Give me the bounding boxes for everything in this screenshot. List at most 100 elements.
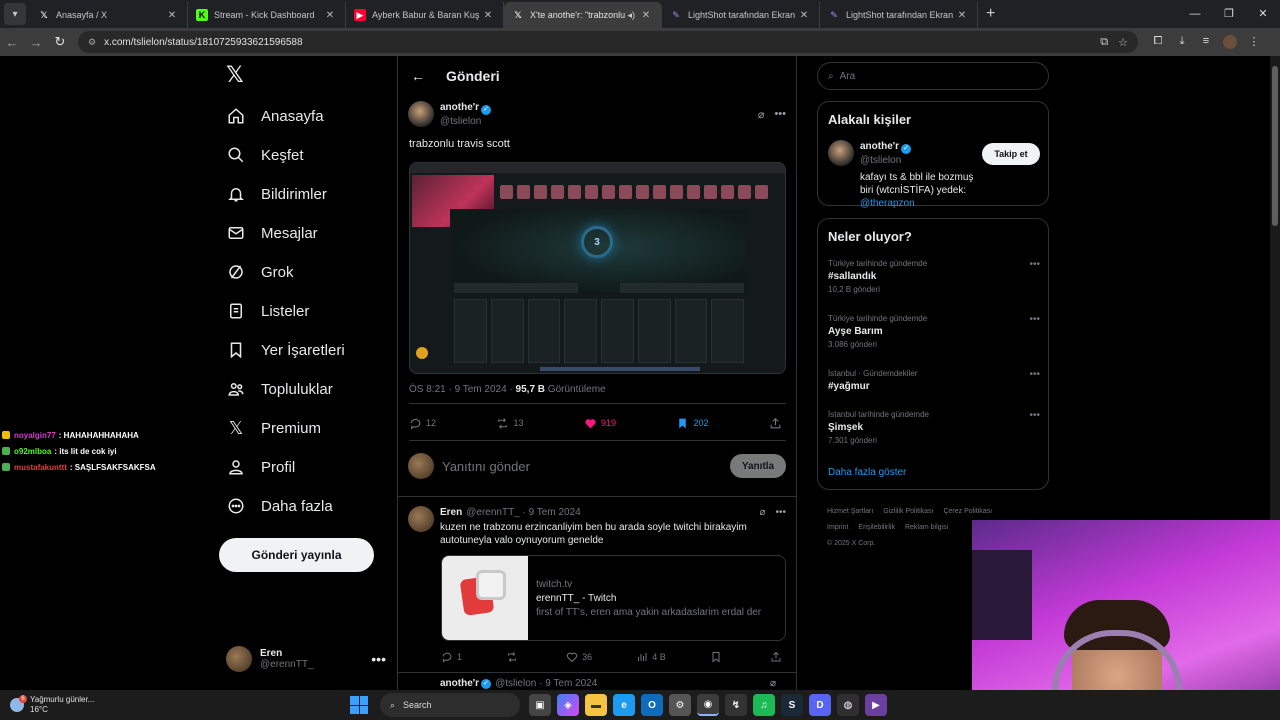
- app-icon[interactable]: ↯: [725, 694, 747, 716]
- audio-playing-icon[interactable]: ◂): [627, 10, 635, 21]
- share-button[interactable]: [769, 417, 786, 430]
- close-tab-icon[interactable]: ✕: [481, 10, 495, 21]
- like-button[interactable]: 919: [584, 417, 616, 430]
- account-switcher[interactable]: Eren @erennTT_ •••: [226, 644, 386, 674]
- close-tab-icon[interactable]: ✕: [639, 10, 653, 21]
- bookmark-button[interactable]: 202: [676, 417, 709, 430]
- reply-author-name[interactable]: Eren: [440, 507, 462, 518]
- more-icon[interactable]: •••: [1029, 410, 1040, 421]
- back-arrow-icon[interactable]: ←: [400, 68, 436, 84]
- url-field[interactable]: ⚙ x.com/tslielon/status/1810725933621596…: [78, 31, 1138, 53]
- views-button[interactable]: 4 B: [636, 650, 666, 664]
- nav-item-premium[interactable]: 𝕏 Premium: [226, 410, 321, 446]
- trend-item[interactable]: İstanbul · Gündemdekiler #yağmur •••: [828, 369, 1040, 392]
- trend-item[interactable]: Türkiye tarihinde gündemde Ayşe Barım 3.…: [828, 314, 1040, 349]
- forward-icon[interactable]: →: [24, 35, 48, 50]
- show-more-link[interactable]: Daha fazla göster: [828, 467, 906, 478]
- avatar[interactable]: [408, 101, 434, 127]
- nav-item-notifications[interactable]: Bildirimler: [226, 176, 327, 212]
- nav-item-grok[interactable]: Grok: [226, 254, 294, 290]
- tab-search-button[interactable]: ▾: [4, 3, 26, 25]
- more-icon[interactable]: •••: [371, 651, 386, 667]
- back-icon[interactable]: ←: [0, 35, 24, 50]
- minimize-icon[interactable]: —: [1178, 0, 1212, 28]
- file-explorer-icon[interactable]: ▬: [585, 694, 607, 716]
- scrollbar-thumb[interactable]: [1272, 66, 1278, 226]
- x-logo-icon[interactable]: 𝕏: [226, 64, 248, 86]
- bookmark-button[interactable]: [710, 650, 726, 664]
- steam-icon[interactable]: S: [781, 694, 803, 716]
- nav-item-messages[interactable]: Mesajlar: [226, 215, 318, 251]
- share-button[interactable]: [770, 650, 786, 664]
- chrome-icon[interactable]: ◉: [697, 694, 719, 716]
- media-player-icon[interactable]: ▶: [865, 694, 887, 716]
- nav-item-communities[interactable]: Topluluklar: [226, 371, 333, 407]
- edge-icon[interactable]: e: [613, 694, 635, 716]
- post-media[interactable]: 3: [409, 162, 786, 374]
- author-handle[interactable]: @tslielon: [440, 115, 758, 128]
- close-tab-icon[interactable]: ✕: [797, 10, 811, 21]
- reply-button[interactable]: 12: [409, 417, 436, 430]
- nav-item-more[interactable]: Daha fazla: [226, 488, 333, 524]
- reload-icon[interactable]: ↻: [48, 34, 72, 50]
- reply-submit-button[interactable]: Yanıtla: [730, 454, 786, 478]
- spotify-icon[interactable]: ♫: [753, 694, 775, 716]
- profile-avatar-icon[interactable]: [1223, 35, 1237, 49]
- more-icon[interactable]: •••: [774, 108, 786, 120]
- extensions-icon[interactable]: ⧠: [1146, 35, 1170, 49]
- trend-item[interactable]: Türkiye tarihinde gündemde #sallandık 10…: [828, 259, 1040, 294]
- browser-tab[interactable]: 𝕏 Anasayfa / X ✕: [30, 2, 188, 28]
- more-icon[interactable]: •••: [1029, 259, 1040, 270]
- grok-icon[interactable]: ⌀: [758, 108, 765, 121]
- url-text[interactable]: x.com/tslielon/status/181072593362159658…: [104, 37, 1090, 48]
- task-view-icon[interactable]: ▣: [529, 694, 551, 716]
- browser-tab[interactable]: ▶ Ayberk Babur & Baran Kuş - M ✕: [346, 2, 504, 28]
- more-icon[interactable]: •••: [775, 507, 786, 518]
- post-button[interactable]: Gönderi yayınla: [219, 538, 374, 572]
- search-input[interactable]: ⌕ Ara: [817, 62, 1049, 90]
- reply-post[interactable]: Eren @erennTT_ · 9 Tem 2024 ⌀ ••• kuzen …: [408, 506, 786, 547]
- site-info-icon[interactable]: ⚙: [88, 37, 96, 48]
- close-window-icon[interactable]: ✕: [1246, 0, 1280, 28]
- post-time[interactable]: ÖS 8:21 · 9 Tem 2024 ·: [409, 384, 516, 395]
- more-icon[interactable]: •••: [1029, 369, 1040, 380]
- start-button[interactable]: [350, 696, 368, 714]
- browser-menu-icon[interactable]: ⋮: [1242, 35, 1266, 49]
- install-app-icon[interactable]: ⧉: [1100, 36, 1108, 49]
- author-name[interactable]: anothe'r: [440, 102, 479, 113]
- nav-item-lists[interactable]: Listeler: [226, 293, 309, 329]
- maximize-icon[interactable]: ❐: [1212, 0, 1246, 28]
- outlook-icon[interactable]: O: [641, 694, 663, 716]
- browser-tab[interactable]: ✎ LightShot tarafından Ekran Gör ✕: [820, 2, 978, 28]
- reply-handle-date[interactable]: @erennTT_ · 9 Tem 2024: [466, 507, 759, 518]
- trend-item[interactable]: İstanbul tarihinde gündemde Şimşek 7.301…: [828, 410, 1040, 445]
- browser-tab-active[interactable]: 𝕏 X'te anothe'r: "trabzonlu tr ◂) ✕: [504, 2, 662, 28]
- close-tab-icon[interactable]: ✕: [323, 10, 337, 21]
- grok-icon[interactable]: ⌀: [770, 678, 776, 689]
- obs-icon[interactable]: ◍: [837, 694, 859, 716]
- avatar[interactable]: [408, 506, 434, 532]
- reply-button[interactable]: 1: [441, 650, 462, 664]
- nav-item-home[interactable]: Anasayfa: [226, 98, 324, 134]
- like-button[interactable]: 36: [566, 650, 592, 664]
- settings-icon[interactable]: ⚙: [669, 694, 691, 716]
- related-user[interactable]: anothe'r ✓ @tslielon kafayı ts & bbl ile …: [828, 140, 1040, 210]
- nav-item-explore[interactable]: Keşfet: [226, 137, 304, 173]
- bio-link[interactable]: @therapzon: [860, 198, 915, 209]
- follow-button[interactable]: Takip et: [982, 143, 1040, 165]
- close-tab-icon[interactable]: ✕: [165, 10, 179, 21]
- weather-widget[interactable]: 6 Yağmurlu günler... 16°C: [10, 692, 94, 718]
- browser-tab[interactable]: ✎ LightShot tarafından Ekran Gör ✕: [662, 2, 820, 28]
- copilot-icon[interactable]: ◈: [557, 694, 579, 716]
- repost-button[interactable]: [506, 650, 522, 664]
- avatar[interactable]: [828, 140, 854, 166]
- next-post[interactable]: anothe'r ✓ @tslielon · 9 Tem 2024 ⌀: [408, 678, 786, 689]
- taskbar-search[interactable]: ⌕ Search: [380, 693, 520, 717]
- nav-item-bookmarks[interactable]: Yer İşaretleri: [226, 332, 345, 368]
- bookmark-star-icon[interactable]: ☆: [1118, 36, 1128, 49]
- more-icon[interactable]: •••: [1029, 314, 1040, 325]
- discord-icon[interactable]: D: [809, 694, 831, 716]
- close-tab-icon[interactable]: ✕: [955, 10, 969, 21]
- reply-input[interactable]: Yanıtını gönder: [442, 459, 730, 474]
- link-card[interactable]: twitch.tv erennTT_ - Twitch first of TT'…: [441, 555, 786, 641]
